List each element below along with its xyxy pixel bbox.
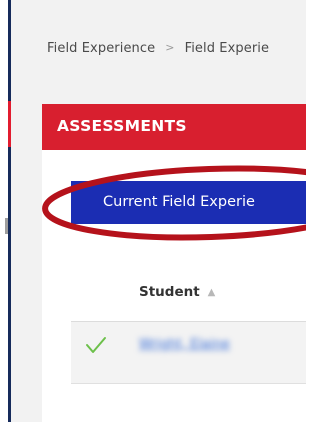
breadcrumb-item-current: Field Experie — [184, 41, 270, 56]
left-rail-bar — [8, 0, 11, 422]
student-name-link[interactable]: Wright, Elaine — [139, 337, 230, 352]
column-header-student[interactable]: Student ▲ — [139, 284, 215, 300]
breadcrumb-item-field-experience[interactable]: Field Experience — [47, 41, 155, 56]
app-frame: Field Experience > Field Experie ASSESSMEN… — [0, 0, 306, 422]
sort-ascending-icon: ▲ — [207, 287, 216, 298]
breadcrumb-separator: > — [165, 41, 175, 54]
left-rail — [0, 0, 8, 422]
tab-current-field-experience[interactable]: Current Field Experie — [71, 181, 306, 224]
assessments-header: ASSESSMENTS — [42, 104, 306, 150]
row-divider — [71, 383, 306, 384]
collapse-handle[interactable] — [5, 218, 8, 234]
assessments-title: ASSESSMENTS — [57, 117, 187, 135]
breadcrumb: Field Experience > Field Experie — [47, 41, 269, 56]
check-icon — [86, 337, 106, 353]
left-rail-highlight — [8, 101, 11, 147]
column-header-student-label: Student — [139, 284, 200, 300]
